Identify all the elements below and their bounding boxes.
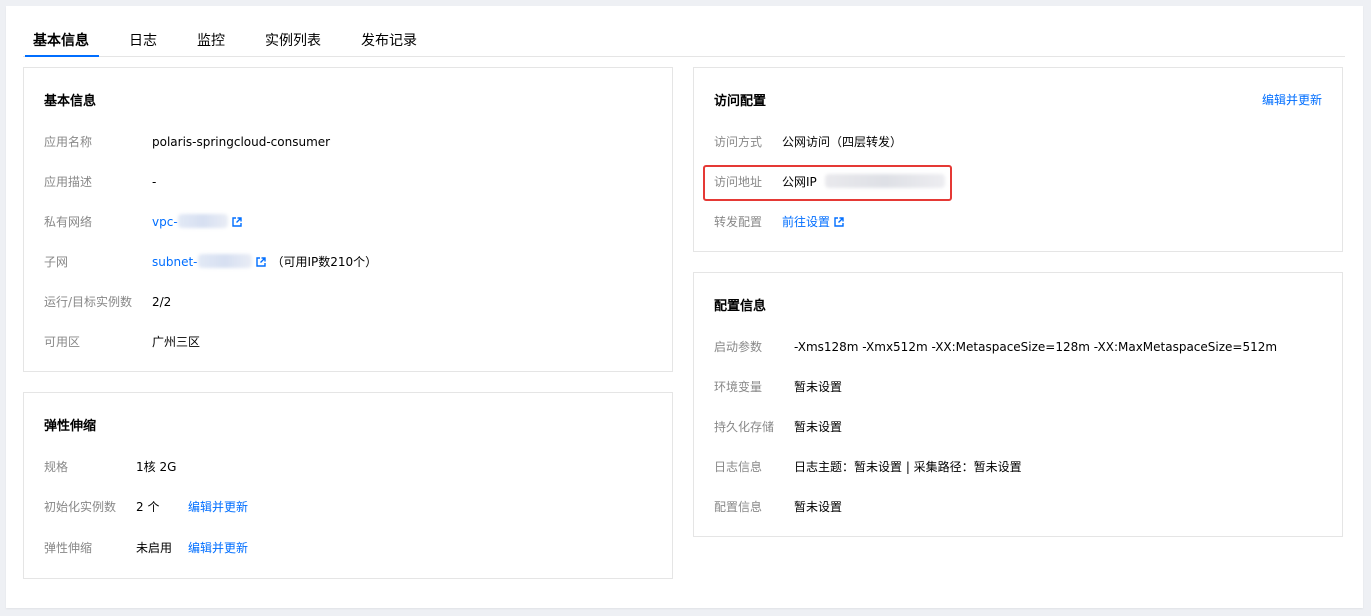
scaling-title: 弹性伸缩	[44, 419, 97, 434]
instances-value: 2/2	[152, 295, 172, 309]
app-detail-page: 基本信息 日志 监控 实例列表 发布记录 基本信息 应用名称 polaris-s…	[6, 6, 1363, 608]
app-desc-label: 应用描述	[44, 175, 93, 189]
access-config-title: 访问配置	[714, 94, 767, 109]
vpc-label: 私有网络	[44, 215, 93, 229]
config-label: 配置信息	[714, 500, 763, 514]
tab-logs[interactable]: 日志	[129, 27, 157, 56]
forward-config-link[interactable]: 前往设置	[782, 215, 830, 229]
basic-info-title: 基本信息	[44, 94, 97, 109]
app-desc-value: -	[152, 175, 157, 189]
external-link-icon[interactable]	[834, 217, 844, 227]
subnet-label: 子网	[44, 255, 69, 269]
config-value: 暂未设置	[794, 500, 843, 514]
config-info-title: 配置信息	[714, 299, 767, 314]
zone-value: 广州三区	[152, 335, 201, 349]
storage-label: 持久化存储	[714, 420, 775, 434]
auto-scaling-value: 未启用	[136, 541, 173, 555]
tab-release-records[interactable]: 发布记录	[361, 27, 417, 56]
init-instances-edit-link[interactable]: 编辑并更新	[188, 497, 248, 517]
access-method-value: 公网访问（四层转发）	[782, 135, 903, 149]
subnet-value: subnet- （可用IP数210个）	[152, 252, 377, 272]
zone-label: 可用区	[44, 335, 81, 349]
address-highlight-box	[703, 165, 952, 201]
forward-config-value: 前往设置	[782, 212, 844, 232]
access-config-card: 访问配置 编辑并更新 访问方式 公网访问（四层转发） 访问地址 公网IP 转发配…	[693, 67, 1343, 252]
spec-value: 1核 2G	[136, 460, 177, 474]
init-instances-label: 初始化实例数	[44, 500, 117, 514]
app-name-value: polaris-springcloud-consumer	[152, 135, 331, 149]
storage-value: 暂未设置	[794, 420, 843, 434]
app-name-label: 应用名称	[44, 135, 93, 149]
vpc-id-redacted	[177, 214, 228, 228]
access-method-label: 访问方式	[714, 135, 763, 149]
spec-label: 规格	[44, 460, 69, 474]
env-vars-value: 暂未设置	[794, 380, 843, 394]
basic-info-card: 基本信息 应用名称 polaris-springcloud-consumer 应…	[23, 67, 673, 372]
subnet-ip-note: （可用IP数210个）	[271, 255, 378, 269]
subnet-id-redacted	[197, 254, 252, 268]
auto-scaling-edit-link[interactable]: 编辑并更新	[188, 538, 248, 558]
tab-monitoring[interactable]: 监控	[197, 27, 225, 56]
scaling-card: 弹性伸缩 规格 1核 2G 初始化实例数 2 个 编辑并更新 弹性伸缩 未启用 …	[23, 392, 673, 579]
log-info-value: 日志主题：暂未设置 | 采集路径：暂未设置	[794, 460, 1022, 474]
access-config-edit-link[interactable]: 编辑并更新	[1262, 91, 1322, 108]
auto-scaling-label: 弹性伸缩	[44, 541, 93, 555]
startup-args-value: -Xms128m -Xmx512m -XX:MetaspaceSize=128m…	[794, 340, 1278, 354]
vpc-value: vpc-	[152, 212, 242, 232]
tab-basic-info[interactable]: 基本信息	[25, 27, 99, 57]
subnet-link[interactable]: subnet-	[152, 255, 198, 269]
startup-args-label: 启动参数	[714, 340, 763, 354]
tab-bar: 基本信息 日志 监控 实例列表 发布记录	[23, 27, 1345, 57]
external-link-icon[interactable]	[255, 257, 266, 267]
env-vars-label: 环境变量	[714, 380, 763, 394]
tab-instance-list[interactable]: 实例列表	[265, 27, 321, 56]
instances-label: 运行/目标实例数	[44, 295, 133, 309]
init-instances-value: 2 个	[136, 500, 160, 514]
forward-config-label: 转发配置	[714, 215, 763, 229]
external-link-icon[interactable]	[231, 217, 242, 227]
config-info-card: 配置信息 启动参数 -Xms128m -Xmx512m -XX:Metaspac…	[693, 272, 1343, 537]
log-info-label: 日志信息	[714, 460, 763, 474]
vpc-link[interactable]: vpc-	[152, 215, 178, 229]
